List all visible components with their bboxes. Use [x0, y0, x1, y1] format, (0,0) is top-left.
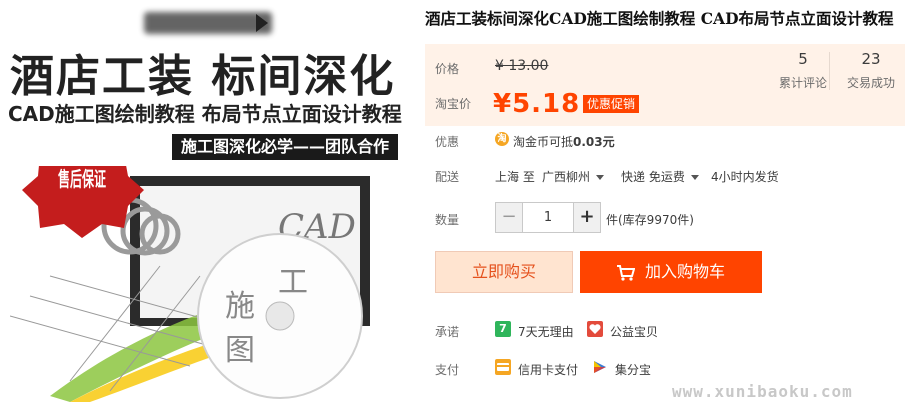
- shipping-method[interactable]: 快递 免运费: [621, 168, 699, 185]
- add-to-cart-label: 加入购物车: [644, 262, 725, 281]
- quantity-plus-button[interactable]: +: [573, 203, 600, 232]
- cart-icon: [616, 264, 635, 281]
- add-to-cart-button[interactable]: 加入购物车: [580, 251, 762, 293]
- credit-card-icon: [495, 359, 511, 375]
- price-box: 价格 ¥ 13.00 淘宝价 ¥5.18 优惠促销 5 累计评论 23 交易成功: [425, 44, 905, 126]
- watermark: www.xunibaoku.com: [672, 382, 853, 401]
- product-title: 酒店工装标间深化CAD施工图绘制教程 CAD布局节点立面设计教程: [425, 9, 894, 28]
- chevron-down-icon: [596, 175, 605, 180]
- stat-divider: [829, 52, 830, 90]
- product-image[interactable]: 酒店工装 标间深化 CAD施工图绘制教程 布局节点立面设计教程 施工图深化必学—…: [0, 0, 404, 405]
- disc-char-2: 工: [278, 265, 308, 300]
- discount-label: 优惠: [435, 135, 460, 149]
- stat-sales-value: 23: [861, 50, 881, 68]
- discount-desc: 淘金币可抵: [513, 135, 574, 149]
- blurred-arrow-icon: [256, 14, 268, 32]
- quantity-label: 数量: [435, 213, 460, 227]
- price-label: 价格: [435, 62, 460, 76]
- shipping-destination[interactable]: 广西柳州: [542, 168, 605, 185]
- payment-jifenbao-text[interactable]: 集分宝: [615, 361, 651, 378]
- stock-text: 件(库存9970件): [606, 213, 694, 227]
- promo-badge: 优惠促销: [583, 95, 640, 113]
- promise-return-text[interactable]: 7天无理由: [518, 323, 574, 340]
- stat-reviews[interactable]: 5 累计评论: [775, 50, 831, 91]
- disc-char-3: 图: [225, 333, 255, 368]
- buy-now-button[interactable]: 立即购买: [435, 251, 573, 293]
- shipping-dispatch: 4小时内发货: [711, 170, 779, 184]
- shipping-label: 配送: [435, 170, 460, 184]
- shipping-method-text: 快递 免运费: [621, 170, 685, 184]
- quantity-minus-button[interactable]: −: [496, 203, 523, 232]
- promise-charity-text[interactable]: 公益宝贝: [610, 323, 658, 340]
- shipping-destination-text: 广西柳州: [542, 170, 591, 184]
- cd-hole: [265, 301, 295, 331]
- discount-amount: 0.03元: [573, 135, 615, 149]
- payment-label: 支付: [435, 363, 460, 377]
- product-image-title: 酒店工装 标间深化: [10, 51, 396, 102]
- badge-text: 售后保证: [58, 167, 106, 191]
- product-image-subtitle: CAD施工图绘制教程 布局节点立面设计教程: [8, 102, 402, 126]
- stat-sales[interactable]: 23 交易成功: [843, 50, 899, 91]
- promo-price-label: 淘宝价: [435, 97, 472, 111]
- discount-text: 淘金币可抵0.03元: [513, 133, 615, 150]
- stat-sales-label: 交易成功: [846, 76, 895, 90]
- blurred-shop-name: [144, 12, 272, 34]
- product-scene-illustration: CAD 施 工 图 售后保证: [10, 166, 370, 402]
- stat-reviews-label: 累计评论: [778, 76, 827, 90]
- quantity-stepper: − 1 +: [495, 202, 601, 233]
- disc-char-1: 施: [225, 289, 255, 324]
- payment-credit-card-text[interactable]: 信用卡支付: [518, 361, 578, 378]
- jifenbao-icon: [592, 359, 608, 375]
- taojinbi-icon: 淘: [495, 132, 509, 146]
- chevron-down-icon: [690, 175, 699, 180]
- seven-day-return-icon: 7: [495, 321, 511, 337]
- current-price: ¥5.18: [493, 89, 581, 119]
- stat-reviews-value: 5: [798, 50, 808, 68]
- quantity-input[interactable]: 1: [523, 203, 573, 232]
- promise-label: 承诺: [435, 325, 460, 339]
- product-image-banner: 施工图深化必学——团队合作: [172, 134, 398, 160]
- charity-heart-icon: [587, 321, 603, 337]
- original-price: ¥ 13.00: [495, 58, 549, 74]
- shipping-from: 上海 至: [495, 170, 535, 184]
